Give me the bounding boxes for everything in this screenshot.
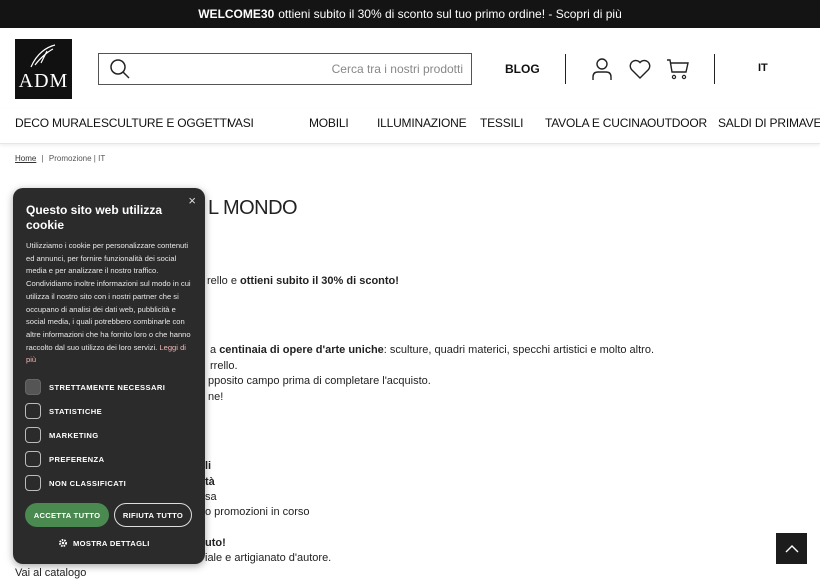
content-line: pposito campo prima di completare l'acqu… bbox=[208, 375, 431, 387]
cookie-option-preferenza[interactable]: PREFERENZA bbox=[25, 451, 104, 467]
logo-scribble-icon bbox=[30, 44, 56, 68]
nav-item-saldi[interactable]: SALDI DI PRIMAVERA bbox=[718, 116, 820, 130]
header-divider bbox=[714, 54, 715, 84]
checkbox[interactable] bbox=[25, 403, 41, 419]
nav-item-mobili[interactable]: MOBILI bbox=[309, 116, 349, 130]
language-selector[interactable]: IT bbox=[758, 62, 768, 74]
search-bar[interactable] bbox=[98, 53, 472, 85]
nav-item-sculture[interactable]: SCULTURE E OGGETTI bbox=[101, 116, 230, 130]
checkbox[interactable] bbox=[25, 427, 41, 443]
promo-banner[interactable]: WELCOME30 ottieni subito il 30% di scont… bbox=[0, 0, 820, 28]
breadcrumb-separator: | bbox=[41, 154, 44, 163]
content-line: tà bbox=[205, 476, 215, 488]
user-icon[interactable] bbox=[590, 57, 614, 81]
content-line: uto! bbox=[205, 537, 226, 549]
cookie-option-non-classificati[interactable]: NON CLASSIFICATI bbox=[25, 475, 126, 491]
logo[interactable]: ADM bbox=[15, 39, 72, 99]
checkbox[interactable] bbox=[25, 379, 41, 395]
cookie-option-statistiche[interactable]: STATISTICHE bbox=[25, 403, 102, 419]
content-line: ne! bbox=[208, 391, 224, 403]
breadcrumb: Home | Promozione | IT bbox=[15, 154, 105, 163]
logo-mark: ADM bbox=[18, 70, 69, 92]
header-divider bbox=[565, 54, 566, 84]
blog-link[interactable]: BLOG bbox=[505, 62, 540, 76]
catalog-link[interactable]: Vai al catalogo bbox=[15, 567, 86, 579]
promo-code: WELCOME30 bbox=[198, 7, 275, 21]
content-line: sa bbox=[205, 491, 217, 503]
breadcrumb-current: Promozione | IT bbox=[48, 154, 106, 163]
close-icon[interactable]: × bbox=[188, 193, 196, 208]
content-line: rello e ottieni subito il 30% di sconto! bbox=[207, 275, 399, 287]
show-details-button[interactable]: MOSTRA DETTAGLI bbox=[58, 538, 150, 548]
reject-all-button[interactable]: RIFIUTA TUTTO bbox=[114, 503, 192, 527]
nav-item-deco-murale[interactable]: DECO MURALE bbox=[15, 116, 101, 130]
nav-item-illuminazione[interactable]: ILLUMINAZIONE bbox=[377, 116, 467, 130]
search-icon[interactable] bbox=[109, 58, 131, 80]
cookie-consent-panel: × Questo sito web utilizza cookie Utiliz… bbox=[13, 188, 205, 564]
cookie-option-necessari[interactable]: STRETTAMENTE NECESSARI bbox=[25, 379, 165, 395]
accept-all-button[interactable]: ACCETTA TUTTO bbox=[25, 503, 109, 527]
nav-item-tavola-cucina[interactable]: TAVOLA E CUCINA bbox=[545, 116, 648, 130]
breadcrumb-home[interactable]: Home bbox=[15, 154, 36, 163]
content-line: li bbox=[205, 460, 212, 472]
chevron-up-icon bbox=[785, 544, 798, 552]
site-header: ADM HOME DECORATION BLOG IT bbox=[0, 28, 820, 108]
checkbox[interactable] bbox=[25, 475, 41, 491]
nav-item-outdoor[interactable]: OUTDOOR bbox=[647, 116, 707, 130]
cookie-body: Utilizziamo i cookie per personalizzare … bbox=[26, 241, 191, 365]
gear-icon bbox=[59, 539, 67, 547]
content-line: o promozioni in corso bbox=[205, 506, 310, 518]
nav-item-vasi[interactable]: VASI bbox=[228, 116, 254, 130]
cookie-option-marketing[interactable]: MARKETING bbox=[25, 427, 99, 443]
heart-icon[interactable] bbox=[628, 57, 652, 81]
promo-text: ottieni subito il 30% di sconto sul tuo … bbox=[278, 7, 622, 21]
search-input[interactable] bbox=[131, 62, 471, 76]
page-title: L MONDO bbox=[208, 197, 298, 219]
content-line: rrello. bbox=[210, 360, 238, 372]
nav-item-tessili[interactable]: TESSILI bbox=[480, 116, 523, 130]
cart-icon[interactable] bbox=[666, 57, 690, 81]
scroll-to-top-button[interactable] bbox=[776, 533, 807, 564]
cookie-title: Questo sito web utilizza cookie bbox=[26, 203, 163, 232]
main-nav: DECO MURALE SCULTURE E OGGETTI VASI MOBI… bbox=[0, 108, 820, 144]
content-line: iale e artigianato d'autore. bbox=[205, 552, 332, 564]
checkbox[interactable] bbox=[25, 451, 41, 467]
content-line: a centinaia di opere d'arte uniche: scul… bbox=[210, 344, 655, 356]
logo-subtitle: HOME DECORATION bbox=[15, 95, 72, 101]
